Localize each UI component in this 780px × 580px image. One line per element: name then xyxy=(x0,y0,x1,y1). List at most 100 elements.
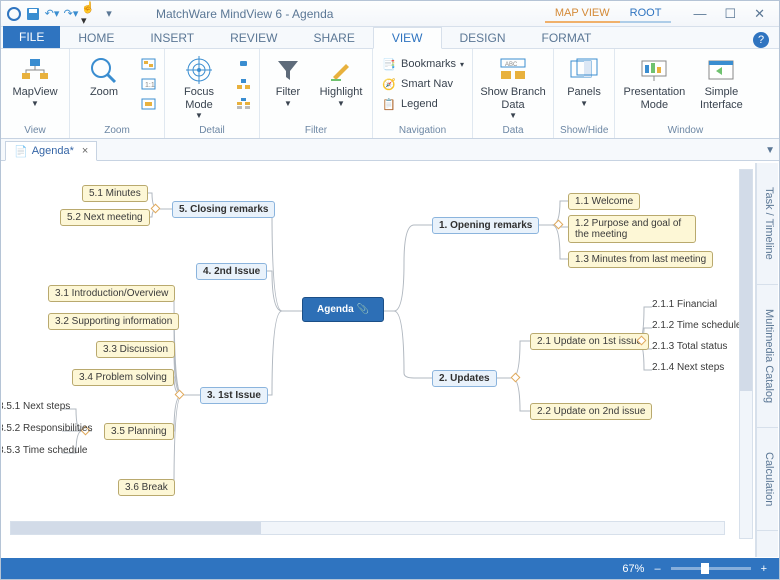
scrollbar-thumb[interactable] xyxy=(740,170,752,391)
presentation-mode-button[interactable]: Presentation Mode xyxy=(621,52,687,111)
mapview-button[interactable]: MapView▼ xyxy=(7,52,63,108)
node-3-5-3[interactable]: 3.5.3 Time schedule xyxy=(2,445,88,456)
detail-2-icon xyxy=(235,76,251,92)
horizontal-scrollbar[interactable] xyxy=(10,521,725,535)
node-2-1-1[interactable]: 2.1.1 Financial xyxy=(652,299,717,310)
detail-3-icon xyxy=(235,96,251,112)
node-3-5[interactable]: 3.5 Planning xyxy=(104,423,174,440)
node-3-1[interactable]: 3.1 Introduction/Overview xyxy=(48,285,175,302)
node-1[interactable]: 1. Opening remarks xyxy=(432,217,539,234)
window-title: MatchWare MindView 6 - Agenda xyxy=(156,7,333,21)
node-2-1-4[interactable]: 2.1.4 Next steps xyxy=(652,362,724,373)
tab-insert[interactable]: INSERT xyxy=(132,28,212,48)
expand-handle-2[interactable] xyxy=(511,373,521,383)
legend-button[interactable]: 📋Legend xyxy=(379,94,466,114)
filter-icon xyxy=(271,54,305,86)
node-2[interactable]: 2. Updates xyxy=(432,370,497,387)
smart-nav-button[interactable]: 🧭Smart Nav xyxy=(379,74,466,94)
fit-all-icon xyxy=(140,56,156,72)
maximize-button[interactable]: ☐ xyxy=(724,6,736,22)
detail-level-3-button[interactable] xyxy=(233,94,253,114)
node-3-6[interactable]: 3.6 Break xyxy=(118,479,175,496)
document-tab-bar: 📄 Agenda* × xyxy=(1,139,779,161)
tab-share[interactable]: SHARE xyxy=(295,28,372,48)
detail-level-2-button[interactable] xyxy=(233,74,253,94)
side-panel-tabs: Task / Timeline Multimedia Catalog Calcu… xyxy=(756,163,778,557)
expand-handle-1[interactable] xyxy=(554,220,564,230)
detail-level-1-button[interactable] xyxy=(233,54,253,74)
zoom-selection-button[interactable] xyxy=(138,94,158,114)
panels-button[interactable]: Panels▼ xyxy=(560,52,608,108)
minimize-button[interactable]: — xyxy=(693,6,706,22)
node-1-2[interactable]: 1.2 Purpose and goal of the meeting xyxy=(568,215,696,243)
group-window-label: Window xyxy=(621,124,749,138)
scrollbar-thumb[interactable] xyxy=(11,522,261,534)
node-1-3[interactable]: 1.3 Minutes from last meeting xyxy=(568,251,713,268)
sidetab-calculation[interactable]: Calculation xyxy=(757,428,778,531)
tab-format[interactable]: FORMAT xyxy=(524,28,610,48)
filter-button[interactable]: Filter▼ xyxy=(266,52,310,108)
zoom-in-button[interactable]: + xyxy=(761,563,767,575)
group-data-label: Data xyxy=(479,124,547,138)
zoom-button[interactable]: Zoom xyxy=(76,52,132,99)
tab-design[interactable]: DESIGN xyxy=(442,28,524,48)
highlight-button[interactable]: Highlight▼ xyxy=(316,52,366,108)
node-1-1[interactable]: 1.1 Welcome xyxy=(568,193,640,210)
qat-customize-icon[interactable]: ▾ xyxy=(100,5,118,23)
actual-size-icon: 1:1 xyxy=(140,76,156,92)
redo-icon[interactable]: ↷▾ xyxy=(62,5,80,23)
sidetab-task-timeline[interactable]: Task / Timeline xyxy=(757,163,778,285)
node-3-3[interactable]: 3.3 Discussion xyxy=(96,341,175,358)
touch-mode-icon[interactable]: ☝▾ xyxy=(81,5,99,23)
group-window: Presentation Mode Simple Interface Windo… xyxy=(615,49,755,138)
node-5-1[interactable]: 5.1 Minutes xyxy=(82,185,148,202)
focus-mode-button[interactable]: Focus Mode▼ xyxy=(171,52,227,120)
group-navigation-label: Navigation xyxy=(379,124,466,138)
status-bar: 67% – + xyxy=(1,558,779,579)
simple-interface-icon xyxy=(704,54,738,86)
node-3[interactable]: 3. 1st Issue xyxy=(200,387,268,404)
tab-view[interactable]: VIEW xyxy=(373,27,442,49)
node-root[interactable]: Agenda 📎 xyxy=(302,297,384,322)
sidetab-multimedia[interactable]: Multimedia Catalog xyxy=(757,285,778,428)
node-5[interactable]: 5. Closing remarks xyxy=(172,201,275,218)
show-branch-data-button[interactable]: ABC Show Branch Data▼ xyxy=(479,52,547,120)
node-4[interactable]: 4. 2nd Issue xyxy=(196,263,267,280)
document-tab-close-icon[interactable]: × xyxy=(82,145,88,157)
node-2-2[interactable]: 2.2 Update on 2nd issue xyxy=(530,403,652,420)
document-tab-agenda[interactable]: 📄 Agenda* × xyxy=(5,141,97,161)
context-tab-mapview[interactable]: MAP VIEW xyxy=(545,5,620,23)
ribbon-collapse-chevron-icon[interactable]: ▼ xyxy=(765,145,775,156)
tab-home[interactable]: HOME xyxy=(60,28,132,48)
close-button[interactable]: ✕ xyxy=(754,6,765,22)
fit-all-button[interactable] xyxy=(138,54,158,74)
mindmap-canvas[interactable]: Agenda 📎 1. Opening remarks 1.1 Welcome … xyxy=(2,163,756,557)
zoom-slider-thumb[interactable] xyxy=(701,563,709,574)
expand-handle-5[interactable] xyxy=(151,204,161,214)
node-3-5-2[interactable]: 3.5.2 Responsibilities xyxy=(2,423,93,434)
zoom-out-button[interactable]: – xyxy=(654,563,660,575)
simple-interface-button[interactable]: Simple Interface xyxy=(693,52,749,111)
help-button[interactable]: ? xyxy=(753,32,769,48)
bookmark-icon: 📑 xyxy=(381,56,397,72)
node-2-1-3[interactable]: 2.1.3 Total status xyxy=(652,341,727,352)
node-3-4[interactable]: 3.4 Problem solving xyxy=(72,369,174,386)
undo-icon[interactable]: ↶▾ xyxy=(43,5,61,23)
node-5-2[interactable]: 5.2 Next meeting xyxy=(60,209,150,226)
group-view: MapView▼ View xyxy=(1,49,70,138)
highlight-icon xyxy=(324,54,358,86)
context-tab-root[interactable]: ROOT xyxy=(620,5,672,23)
tab-file[interactable]: FILE xyxy=(3,26,60,48)
bookmarks-button[interactable]: 📑Bookmarks ▾ xyxy=(379,54,466,74)
node-3-2[interactable]: 3.2 Supporting information xyxy=(48,313,179,330)
vertical-scrollbar[interactable] xyxy=(739,169,753,539)
expand-handle-3[interactable] xyxy=(175,390,185,400)
node-2-1[interactable]: 2.1 Update on 1st issue xyxy=(530,333,649,350)
zoom-percentage[interactable]: 67% xyxy=(622,563,644,575)
zoom-slider[interactable] xyxy=(671,567,751,570)
node-2-1-2[interactable]: 2.1.2 Time schedule xyxy=(652,320,742,331)
tab-review[interactable]: REVIEW xyxy=(212,28,295,48)
node-3-5-1[interactable]: 3.5.1 Next steps xyxy=(2,401,70,412)
save-icon[interactable] xyxy=(24,5,42,23)
actual-size-button[interactable]: 1:1 xyxy=(138,74,158,94)
